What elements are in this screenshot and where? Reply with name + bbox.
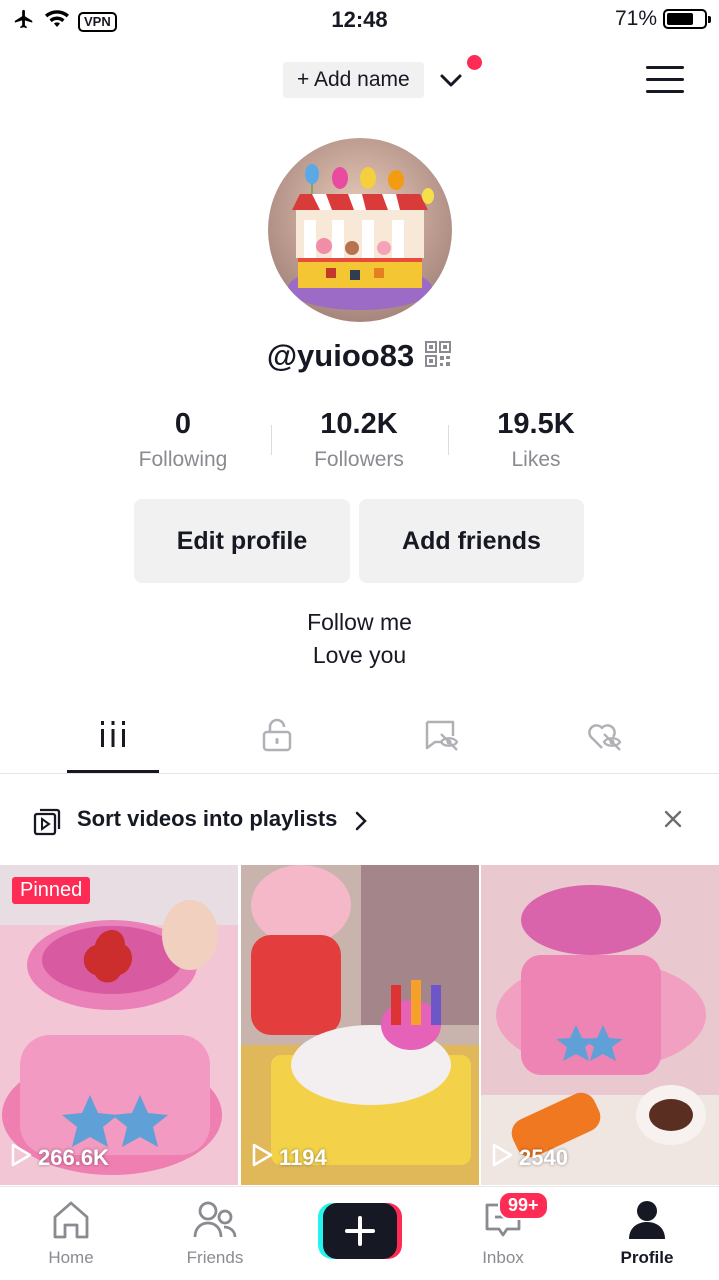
stat-label: Following — [138, 448, 228, 471]
battery-percent: 71% — [614, 7, 657, 30]
view-count: 2540 — [491, 1143, 568, 1173]
username: @yuioo83 — [266, 338, 415, 373]
profile-tabs — [0, 708, 719, 774]
active-tab-indicator — [67, 770, 159, 773]
stat-label: Likes — [511, 448, 561, 471]
stat-value: 10.2K — [320, 408, 398, 440]
pinned-badge: Pinned — [12, 877, 91, 904]
video-thumbnail — [0, 865, 238, 1185]
view-count: 1194 — [251, 1143, 327, 1173]
battery-fill — [667, 13, 693, 25]
chevron-right-icon — [354, 810, 368, 837]
play-icon — [251, 1143, 273, 1173]
profile-icon — [625, 1201, 669, 1245]
bottom-nav: Home Friends Inbox 99+ Profile — [0, 1186, 719, 1280]
stat-label: Followers — [314, 448, 404, 471]
profile-header: + Add name — [0, 55, 719, 102]
battery-icon — [663, 9, 711, 29]
tab-private[interactable] — [231, 708, 323, 772]
repost-hidden-icon — [423, 718, 461, 772]
videos-grid-icon — [97, 718, 129, 772]
lock-icon — [260, 718, 294, 772]
nav-home[interactable]: Home — [11, 1199, 131, 1268]
menu-icon[interactable] — [646, 66, 684, 94]
tab-reposts[interactable] — [396, 708, 488, 772]
tab-videos[interactable] — [67, 708, 159, 772]
view-count-text: 1194 — [279, 1145, 327, 1170]
tab-liked[interactable] — [560, 708, 652, 772]
status-right: 71% — [614, 7, 711, 31]
stat-followers[interactable]: 10.2K Followers — [271, 405, 447, 477]
stat-following[interactable]: 0 Following — [95, 405, 271, 477]
video-tile[interactable]: 1194 — [241, 865, 479, 1185]
stat-value: 19.5K — [497, 408, 575, 440]
bio-line: Follow me — [307, 609, 412, 635]
video-grid: Pinned 266.6K 1194 2540 — [0, 865, 719, 1185]
friends-icon — [192, 1201, 238, 1245]
notification-dot — [467, 55, 482, 70]
view-count: 266.6K — [10, 1143, 109, 1173]
stat-likes[interactable]: 19.5K Likes — [448, 405, 624, 477]
profile-stats: 0 Following 10.2K Followers 19.5K Likes — [95, 405, 625, 475]
view-count-text: 2540 — [519, 1145, 568, 1170]
stat-value: 0 — [174, 408, 192, 440]
video-tile[interactable]: 2540 — [481, 865, 719, 1185]
playlist-banner[interactable]: Sort videos into playlists — [0, 792, 719, 848]
close-icon[interactable] — [662, 808, 684, 835]
bio: Follow me Love you — [0, 606, 719, 672]
inbox-badge: 99+ — [498, 1191, 549, 1220]
status-time: 12:48 — [331, 7, 388, 32]
play-icon — [10, 1143, 32, 1173]
playlist-icon — [33, 808, 61, 841]
view-count-text: 266.6K — [38, 1145, 109, 1170]
playlist-banner-text: Sort videos into playlists — [77, 806, 338, 831]
status-bar: VPN 12:48 71% — [0, 0, 719, 40]
video-thumbnail — [241, 865, 479, 1185]
video-thumbnail — [481, 865, 719, 1185]
chevron-down-icon[interactable] — [438, 68, 464, 97]
edit-profile-button[interactable]: Edit profile — [134, 499, 350, 583]
avatar[interactable] — [268, 138, 452, 322]
nav-friends-label: Friends — [186, 1248, 244, 1267]
add-friends-button[interactable]: Add friends — [359, 499, 584, 583]
nav-profile[interactable]: Profile — [587, 1199, 707, 1268]
username-row: @yuioo83 — [0, 338, 719, 374]
create-button[interactable] — [318, 1203, 402, 1259]
home-icon — [49, 1201, 93, 1245]
qr-code-icon[interactable] — [424, 340, 452, 373]
nav-profile-label: Profile — [620, 1248, 674, 1267]
bio-line: Love you — [312, 642, 407, 668]
nav-friends[interactable]: Friends — [155, 1199, 275, 1268]
play-icon — [491, 1143, 513, 1173]
inbox-icon — [481, 1203, 525, 1245]
nav-home-label: Home — [48, 1248, 94, 1267]
liked-hidden-icon — [586, 718, 626, 772]
add-name-button[interactable]: + Add name — [283, 62, 424, 98]
nav-inbox-label: Inbox — [482, 1248, 524, 1267]
video-tile[interactable]: Pinned 266.6K — [0, 865, 238, 1185]
